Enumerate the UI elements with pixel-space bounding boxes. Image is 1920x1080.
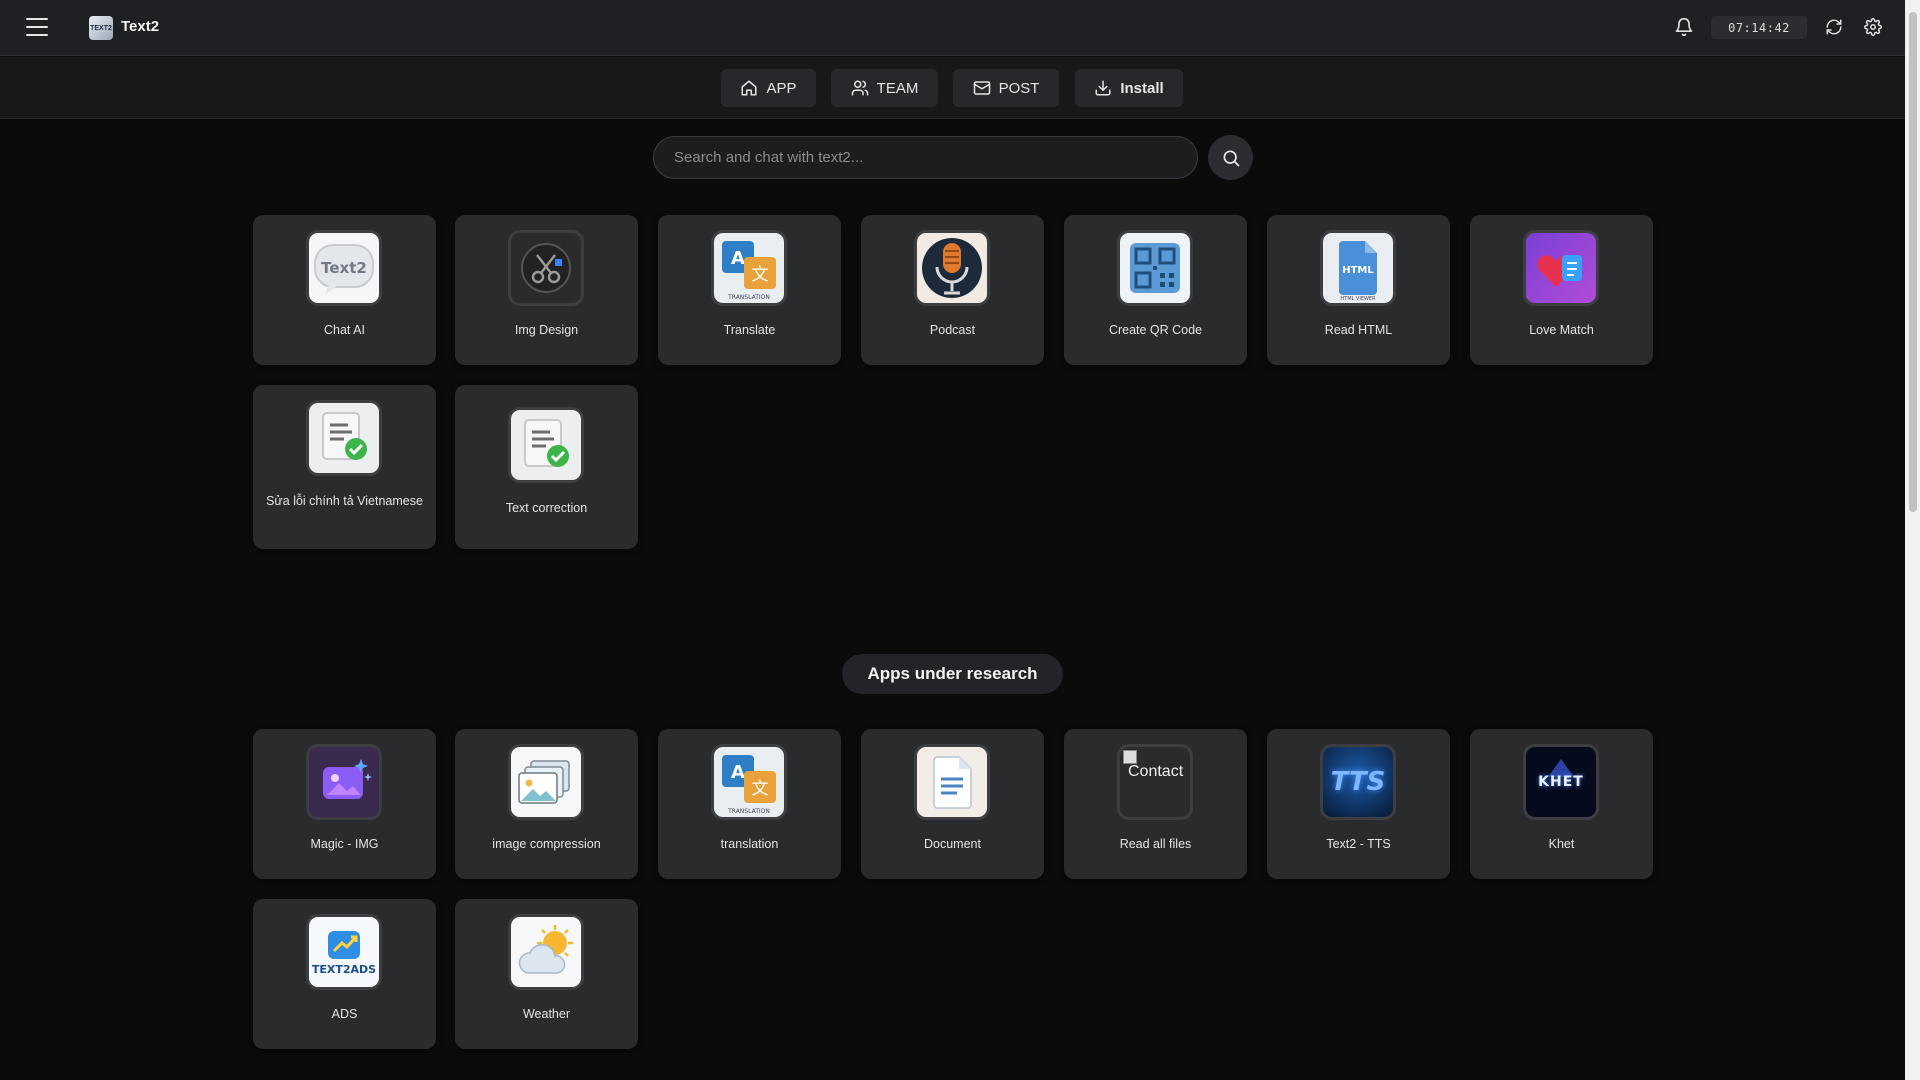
- html-file-icon: HTML HTML VIEWER: [1320, 230, 1396, 306]
- app-logo: TEXT2: [89, 16, 113, 40]
- research-card-translation[interactable]: A 文 TRANSLATION translation: [658, 729, 841, 879]
- app-label: Weather: [522, 1007, 570, 1021]
- app-card-love-match[interactable]: Love Match: [1470, 215, 1653, 365]
- search-icon: [1223, 150, 1239, 166]
- app-card-create-qr-code[interactable]: Create QR Code: [1064, 215, 1247, 365]
- broken-image-icon: Contact: [1117, 744, 1193, 820]
- svg-text:文: 文: [752, 779, 769, 799]
- app-label: Magic - IMG: [310, 837, 379, 851]
- svg-text:HTML VIEWER: HTML VIEWER: [1340, 296, 1376, 302]
- khet-logo-icon: KHET: [1523, 744, 1599, 820]
- broken-image-alt-text: Contact: [1128, 763, 1184, 780]
- tts-icon-text: TTS: [1330, 767, 1386, 797]
- research-card-khet[interactable]: KHET Khet: [1470, 729, 1653, 879]
- weather-icon: [508, 914, 584, 990]
- refresh-icon[interactable]: [1825, 18, 1843, 36]
- top-bar: TEXT2 Text2 07:14:42: [0, 0, 1905, 56]
- mail-icon: [973, 81, 990, 95]
- app-card-podcast[interactable]: Podcast: [861, 215, 1044, 365]
- ads-icon: TEXT2ADS: [306, 914, 382, 990]
- app-label: Text2 - TTS: [1326, 837, 1391, 851]
- nav-team-label: TEAM: [876, 79, 919, 97]
- scrollbar-thumb[interactable]: [1909, 12, 1917, 512]
- app-label: Document: [924, 837, 981, 851]
- svg-text:Text2: Text2: [321, 259, 367, 277]
- bell-icon[interactable]: [1674, 17, 1694, 37]
- document-icon: [914, 744, 990, 820]
- microphone-icon: [914, 230, 990, 306]
- ads-icon-text: TEXT2ADS: [311, 962, 377, 976]
- app-card-text-correction[interactable]: Text correction: [455, 385, 638, 549]
- nav-team-button[interactable]: TEAM: [831, 69, 938, 107]
- page-scrollbar[interactable]: [1905, 0, 1920, 1080]
- translation-icon: A 文 TRANSLATION: [711, 230, 787, 306]
- svg-text:TRANSLATION: TRANSLATION: [727, 294, 770, 301]
- nav-post-button[interactable]: POST: [953, 69, 1059, 107]
- app-card-translate[interactable]: A 文 TRANSLATION Translate: [658, 215, 841, 365]
- app-card-chat-ai[interactable]: Text2 Chat AI: [253, 215, 436, 365]
- search-button[interactable]: [1208, 135, 1253, 180]
- app-label: Text correction: [505, 501, 588, 515]
- hamburger-menu-icon[interactable]: [26, 18, 48, 36]
- app-label: Podcast: [929, 323, 976, 337]
- app-card-vietnamese-spell-check[interactable]: Sửa lỗi chính tả Vietnamese: [253, 385, 436, 549]
- app-label: Read HTML: [1324, 323, 1393, 337]
- research-card-document[interactable]: Document: [861, 729, 1044, 879]
- svg-text:文: 文: [752, 265, 769, 285]
- nav-install-button[interactable]: Install: [1075, 69, 1183, 107]
- app-label: Chat AI: [324, 323, 365, 337]
- logo-text: TEXT2: [90, 24, 112, 32]
- nav-app-button[interactable]: APP: [721, 69, 816, 107]
- app-label: Translate: [723, 323, 776, 337]
- app-label: Love Match: [1529, 323, 1594, 337]
- nav-install-label: Install: [1120, 79, 1164, 97]
- app-label: translation: [720, 837, 779, 851]
- clock-display: 07:14:42: [1711, 16, 1807, 39]
- heart-icon: [1523, 230, 1599, 306]
- svg-text:TRANSLATION: TRANSLATION: [727, 808, 770, 815]
- text2-chat-icon: Text2: [306, 230, 382, 306]
- users-icon: [851, 80, 868, 96]
- app-label: Sửa lỗi chính tả Vietnamese: [266, 494, 423, 508]
- tts-icon: TTS: [1320, 744, 1396, 820]
- nav-app-label: APP: [766, 79, 797, 97]
- home-icon: [741, 80, 757, 96]
- app-label: Img Design: [514, 323, 579, 337]
- section-title-research: Apps under research: [842, 654, 1063, 694]
- research-card-weather[interactable]: Weather: [455, 899, 638, 1049]
- scissors-icon: [508, 230, 584, 306]
- app-label: image compression: [492, 837, 601, 851]
- app-label: Create QR Code: [1108, 323, 1203, 337]
- nav-post-label: POST: [998, 79, 1040, 97]
- app-card-read-html[interactable]: HTML HTML VIEWER Read HTML: [1267, 215, 1450, 365]
- svg-text:HTML: HTML: [1342, 265, 1374, 276]
- document-check-icon: [508, 407, 584, 483]
- research-card-text2-tts[interactable]: TTS Text2 - TTS: [1267, 729, 1450, 879]
- app-title: Text2: [121, 18, 160, 35]
- search-input[interactable]: [653, 136, 1198, 179]
- app-label: ADS: [331, 1007, 358, 1021]
- nav-bar: APP TEAM POST Install: [0, 57, 1905, 119]
- app-label: Khet: [1548, 837, 1575, 851]
- khet-logo-text: KHET: [1538, 774, 1584, 790]
- gear-icon[interactable]: [1864, 18, 1882, 36]
- research-card-image-compression[interactable]: image compression: [455, 729, 638, 879]
- app-card-img-design[interactable]: Img Design: [455, 215, 638, 365]
- svg-text:A: A: [731, 248, 745, 269]
- research-card-ads[interactable]: TEXT2ADS ADS: [253, 899, 436, 1049]
- image-stack-icon: [508, 744, 584, 820]
- svg-text:A: A: [731, 762, 745, 783]
- research-card-read-all-files[interactable]: Contact Read all files: [1064, 729, 1247, 879]
- document-check-icon: [306, 400, 382, 476]
- research-card-magic-img[interactable]: Magic - IMG: [253, 729, 436, 879]
- translation-icon: A 文 TRANSLATION: [711, 744, 787, 820]
- magic-image-icon: [306, 744, 382, 820]
- app-label: Read all files: [1119, 837, 1192, 851]
- qr-code-icon: [1117, 230, 1193, 306]
- download-icon: [1095, 80, 1111, 96]
